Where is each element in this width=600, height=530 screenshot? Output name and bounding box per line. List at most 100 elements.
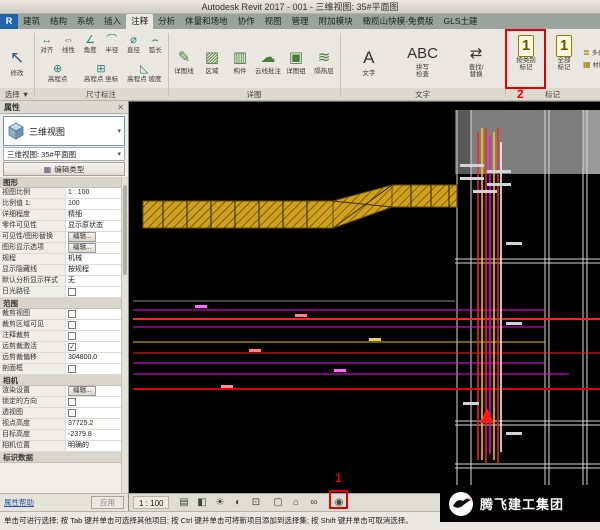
ribbon-tab[interactable]: 注释 [126, 14, 153, 29]
ribbon-tab[interactable]: 建筑 [18, 14, 45, 29]
checkbox[interactable] [68, 365, 76, 373]
property-value[interactable] [66, 309, 121, 319]
property-value[interactable]: ✓ [66, 342, 121, 352]
insulation-button[interactable]: ≋隔热层 [310, 43, 338, 75]
property-value[interactable]: 编辑... [66, 386, 121, 396]
visual-style-icon[interactable]: ◧ [195, 496, 209, 510]
detail-level-icon[interactable]: ▤ [177, 496, 191, 510]
tag-all-button[interactable]: 1全部 标记 [545, 30, 583, 87]
instance-selector[interactable]: 三维视图: 35#平面图 ▾ [3, 147, 125, 161]
edit-button[interactable]: 编辑... [68, 243, 96, 253]
checkbox[interactable] [68, 310, 76, 318]
checkbox[interactable]: ✓ [68, 343, 76, 351]
property-group-header[interactable]: 范围 [0, 298, 121, 309]
ribbon-tab[interactable]: 协作 [233, 14, 260, 29]
checkbox[interactable] [68, 409, 76, 417]
property-value[interactable]: 编辑... [66, 243, 121, 253]
ribbon-tab[interactable]: 体量和场地 [180, 14, 233, 29]
concrete-region[interactable] [583, 110, 600, 174]
spot-slope-button[interactable]: ◺高程点 坡度 [123, 63, 166, 83]
ribbon-tab[interactable]: 插入 [99, 14, 126, 29]
checkbox[interactable] [68, 398, 76, 406]
edit-button[interactable]: 编辑... [68, 232, 96, 242]
property-value[interactable]: -2379.8 [66, 430, 121, 440]
checkbox[interactable] [68, 321, 76, 329]
diameter-dimension-button[interactable]: ⌀直径 [123, 34, 145, 54]
property-value[interactable]: 机械 [66, 254, 121, 264]
scrollbar[interactable] [121, 177, 128, 493]
multi-category-tag-button[interactable]: ≣多类别 [583, 48, 600, 57]
drawing-canvas[interactable] [129, 102, 600, 494]
radial-dimension-button[interactable]: ⌒半径 [101, 34, 123, 54]
locked-view-icon[interactable]: ⌂ [289, 496, 303, 510]
property-group-header[interactable]: 图形 [0, 177, 121, 188]
scale-control[interactable]: 1 : 100 [133, 496, 169, 509]
ribbon-tab[interactable]: 分析 [153, 14, 180, 29]
detail-component-button[interactable]: ▥构件 [226, 43, 254, 75]
aligned-dimension-button[interactable]: ↔对齐 [36, 34, 58, 54]
property-value[interactable] [66, 331, 121, 341]
property-value[interactable]: 304800.0 [66, 353, 121, 363]
close-icon[interactable]: ✕ [117, 101, 124, 113]
ribbon-tab[interactable]: 管理 [287, 14, 314, 29]
find-replace-button[interactable]: ⇄查找/ 替换 [449, 39, 503, 78]
property-value[interactable] [66, 408, 121, 418]
detail-component-icon: ▥ [233, 48, 247, 68]
spell-check-button[interactable]: ABC拼写 检查 [396, 39, 450, 78]
panel-label-detail[interactable]: 详图 [168, 88, 340, 101]
spot-elevation-button[interactable]: ⊕高程点 [36, 63, 79, 83]
property-value[interactable] [66, 397, 121, 407]
detail-group-button[interactable]: ▣详图组 [282, 43, 310, 75]
property-value[interactable]: 1 : 100 [66, 188, 121, 198]
temporary-hide-isolate-icon[interactable]: ∞ [307, 496, 321, 510]
linear-dimension-button[interactable]: ⇔线性 [58, 34, 80, 54]
property-value[interactable]: 精细 [66, 210, 121, 220]
property-value[interactable]: 100 [66, 199, 121, 209]
checkbox[interactable] [68, 288, 76, 296]
property-value[interactable] [66, 287, 121, 297]
app-menu-button[interactable]: R [0, 14, 18, 29]
detail-line-icon: ✎ [178, 48, 191, 68]
panel-label-dimension[interactable]: 尺寸标注 [34, 88, 168, 101]
property-value[interactable] [66, 364, 121, 374]
edit-type-icon: ▦ [44, 165, 52, 174]
ribbon-tab[interactable]: GLS土建 [439, 14, 483, 29]
property-value[interactable]: 显示原状态 [66, 221, 121, 231]
panel-label-text[interactable]: 文字 [340, 88, 505, 101]
sun-path-icon[interactable]: ☀ [213, 496, 227, 510]
type-selector[interactable]: 三维视图 ▾ [3, 116, 125, 146]
show-crop-region-icon[interactable]: ▢ [271, 496, 285, 510]
property-value[interactable]: 37725.2 [66, 419, 121, 429]
properties-help-link[interactable]: 属性帮助 [4, 497, 34, 508]
edit-button[interactable]: 编辑... [68, 386, 96, 396]
arc-length-dimension-button[interactable]: ⌢弧长 [144, 34, 166, 54]
revision-cloud-button[interactable]: ☁云线批注 [254, 43, 282, 75]
detail-line-button[interactable]: ✎详图线 [170, 43, 198, 75]
property-group-header[interactable]: 标识数据 [0, 452, 121, 463]
property-value[interactable] [66, 320, 121, 330]
ribbon-tab[interactable]: 系统 [72, 14, 99, 29]
edit-type-button[interactable]: ▦ 编辑类型 [3, 162, 125, 176]
scrollbar-thumb[interactable] [123, 185, 127, 275]
filled-region-button[interactable]: ▨区域 [198, 43, 226, 75]
ribbon-tab[interactable]: 结构 [45, 14, 72, 29]
property-value[interactable]: 无 [66, 276, 121, 286]
material-tag-button[interactable]: ▦材质标记 [583, 60, 600, 69]
drawing-area[interactable] [129, 101, 600, 493]
apply-button[interactable]: 应用 [91, 496, 124, 509]
ribbon-tab[interactable]: 橄榄山快模-免费版 [358, 14, 439, 29]
ribbon-tab[interactable]: 视图 [260, 14, 287, 29]
checkbox[interactable] [68, 332, 76, 340]
spot-coordinate-button[interactable]: ⊞高程点 坐标 [79, 63, 122, 83]
text-button[interactable]: A文字 [342, 41, 396, 77]
modify-button[interactable]: ↖修改 [2, 41, 32, 77]
crop-view-icon[interactable]: ⊡ [249, 496, 263, 510]
property-group-header[interactable]: 相机 [0, 375, 121, 386]
property-value[interactable]: 编辑... [66, 232, 121, 242]
panel-label-select[interactable]: 选择 ▼ [0, 88, 34, 101]
shadows-icon[interactable]: ◐ [231, 496, 245, 510]
ribbon-tab[interactable]: 附加模块 [314, 14, 358, 29]
property-value[interactable]: 明确的 [66, 441, 121, 451]
property-value[interactable]: 按规程 [66, 265, 121, 275]
angular-dimension-button[interactable]: ∠角度 [79, 34, 101, 54]
